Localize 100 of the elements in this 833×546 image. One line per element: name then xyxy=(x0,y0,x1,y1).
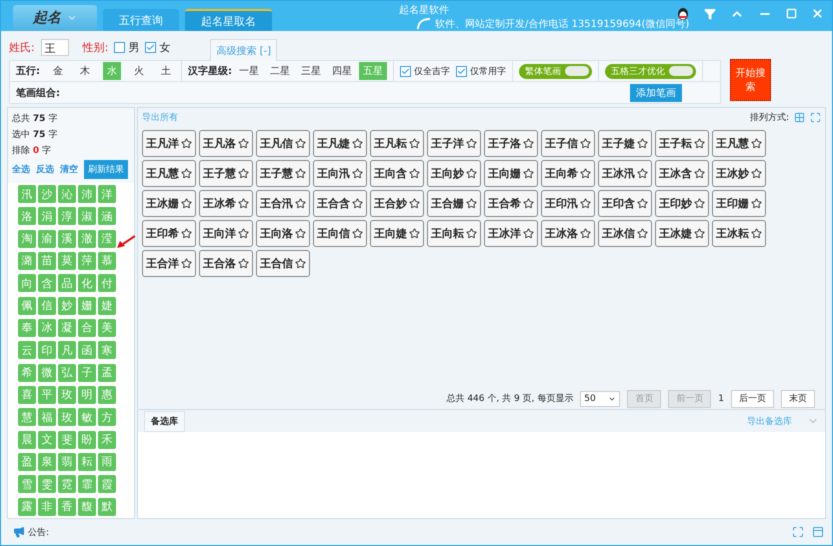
name-card[interactable]: 王冰含 xyxy=(655,160,708,187)
name-card[interactable]: 王凡慧 xyxy=(142,160,196,187)
name-card[interactable]: 王凡洛 xyxy=(199,130,252,157)
star-icon[interactable] xyxy=(694,228,705,239)
star-icon[interactable] xyxy=(294,228,306,239)
name-card[interactable]: 王向妙 xyxy=(427,160,480,187)
name-card[interactable]: 王子耘 xyxy=(655,130,708,157)
next-page-button[interactable]: 后一页 xyxy=(731,390,774,408)
character-tile[interactable]: 化 xyxy=(78,274,96,292)
character-tile[interactable]: 淑 xyxy=(78,207,96,226)
name-card[interactable]: 王向汛 xyxy=(313,160,366,187)
character-tile[interactable]: 佩 xyxy=(18,296,36,315)
star-icon[interactable] xyxy=(180,138,192,149)
star-icon[interactable] xyxy=(352,168,363,179)
start-search-button[interactable]: 开始搜索 xyxy=(730,59,771,101)
character-tile[interactable]: 妙 xyxy=(58,296,76,315)
character-tile[interactable]: 泉 xyxy=(38,452,56,471)
name-card[interactable]: 王印含 xyxy=(598,190,652,217)
character-tile[interactable]: 斐 xyxy=(58,430,76,449)
character-tile[interactable]: 美 xyxy=(98,318,116,337)
name-card[interactable]: 王凡信 xyxy=(256,130,310,157)
character-tile[interactable]: 盈 xyxy=(18,452,36,471)
star-icon[interactable] xyxy=(694,168,705,179)
character-tile[interactable]: 渝 xyxy=(38,230,56,248)
star-icon[interactable] xyxy=(180,258,192,269)
star-icon[interactable] xyxy=(522,168,534,179)
star-icon[interactable] xyxy=(750,168,762,179)
name-card[interactable]: 王合姗 xyxy=(427,190,480,217)
name-card[interactable]: 王冰希 xyxy=(199,190,252,217)
element-option[interactable]: 金 xyxy=(49,62,67,80)
checkbox[interactable] xyxy=(114,42,126,52)
character-tile[interactable]: 含 xyxy=(38,274,56,292)
link[interactable]: 清空 xyxy=(60,163,78,176)
toggle-switch[interactable]: 繁体笔画 xyxy=(519,64,592,78)
name-card[interactable]: 王子慧 xyxy=(256,160,310,187)
name-card[interactable]: 王冰耘 xyxy=(712,220,766,247)
character-tile[interactable]: 孟 xyxy=(98,364,116,382)
character-tile[interactable]: 文 xyxy=(38,430,56,449)
name-card[interactable]: 王合洋 xyxy=(142,250,196,277)
name-card[interactable]: 王合洛 xyxy=(199,250,252,277)
character-tile[interactable]: 澈 xyxy=(78,230,96,248)
star-icon[interactable] xyxy=(180,198,192,209)
star-icon[interactable] xyxy=(694,138,705,149)
character-tile[interactable]: 雪 xyxy=(18,475,36,494)
character-tile[interactable]: 香 xyxy=(58,498,76,516)
character-tile[interactable]: 耘 xyxy=(78,452,96,471)
character-tile[interactable]: 微 xyxy=(38,364,56,382)
character-tile[interactable]: 函 xyxy=(78,341,96,360)
character-tile[interactable]: 慕 xyxy=(98,252,116,270)
link[interactable]: 全选 xyxy=(12,163,30,176)
star-icon[interactable] xyxy=(522,138,534,149)
star-icon[interactable] xyxy=(466,138,477,149)
character-tile[interactable]: 汛 xyxy=(18,185,36,203)
name-card[interactable]: 王子洛 xyxy=(484,130,538,157)
character-tile[interactable]: 沁 xyxy=(58,185,76,203)
star-icon[interactable] xyxy=(238,228,249,239)
star-icon[interactable] xyxy=(180,168,192,179)
checkbox[interactable] xyxy=(456,66,467,76)
character-tile[interactable]: 玫 xyxy=(58,386,76,404)
star-icon[interactable] xyxy=(466,198,477,209)
star-level-option[interactable]: 三星 xyxy=(297,62,325,80)
star-icon[interactable] xyxy=(408,198,420,209)
name-card[interactable]: 王印希 xyxy=(142,220,196,247)
star-icon[interactable] xyxy=(466,228,477,239)
star-icon[interactable] xyxy=(636,198,648,209)
star-icon[interactable] xyxy=(750,228,762,239)
character-tile[interactable]: 冰 xyxy=(38,318,56,337)
character-tile[interactable]: 凝 xyxy=(58,318,76,337)
name-card[interactable]: 王向姗 xyxy=(484,160,538,187)
star-icon[interactable] xyxy=(580,138,591,149)
character-tile[interactable]: 盼 xyxy=(78,430,96,449)
star-icon[interactable] xyxy=(352,198,363,209)
star-icon[interactable] xyxy=(580,198,591,209)
name-card[interactable]: 王向希 xyxy=(541,160,594,187)
character-tile[interactable]: 喜 xyxy=(18,386,36,404)
surname-field[interactable]: 王 xyxy=(40,38,69,56)
name-card[interactable]: 王子慧 xyxy=(199,160,252,187)
penguin-icon[interactable] xyxy=(676,6,690,21)
character-tile[interactable]: 莫 xyxy=(58,252,76,270)
star-icon[interactable] xyxy=(238,168,249,179)
character-tile[interactable]: 非 xyxy=(38,498,56,516)
star-level-option[interactable]: 一星 xyxy=(235,62,263,80)
character-tile[interactable]: 信 xyxy=(38,296,56,315)
export-shortlist-link[interactable]: 导出备选库 xyxy=(747,414,792,428)
character-tile[interactable]: 印 xyxy=(38,341,56,360)
name-card[interactable]: 王合信 xyxy=(256,250,310,277)
character-tile[interactable]: 品 xyxy=(58,274,76,292)
checkbox[interactable] xyxy=(400,66,411,76)
character-tile[interactable]: 禾 xyxy=(98,430,116,449)
character-tile[interactable]: 翡 xyxy=(58,452,76,471)
character-tile[interactable]: 洛 xyxy=(18,207,36,226)
character-tile[interactable]: 明 xyxy=(78,386,96,404)
character-tile[interactable]: 敏 xyxy=(78,408,96,426)
character-tile[interactable]: 惠 xyxy=(98,386,116,404)
character-tile[interactable]: 向 xyxy=(18,274,36,292)
name-card[interactable]: 王凡洋 xyxy=(142,130,196,157)
character-tile[interactable]: 方 xyxy=(98,408,116,426)
link[interactable]: 反选 xyxy=(36,163,54,176)
shortlist-tab[interactable]: 备选库 xyxy=(144,410,185,432)
character-tile[interactable]: 霓 xyxy=(58,475,76,494)
